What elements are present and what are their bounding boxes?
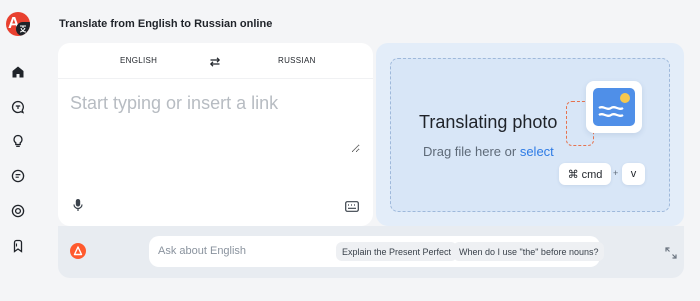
shortcut-plus: + [613,168,619,178]
text-bubble-icon[interactable] [10,168,26,184]
logo-script-badge [16,22,30,36]
translator-panel: ENGLISH RUSSIAN [58,43,373,226]
assistant-icon[interactable] [70,243,86,259]
expand-icon[interactable] [665,246,677,259]
photo-drop-zone[interactable]: Translating photo Drag file here or sele… [390,58,670,212]
drop-hint-text: Drag file here or [423,144,520,159]
bookmark-icon[interactable] [10,238,26,254]
suggestion-chip[interactable]: When do I use "the" before nouns? [453,242,605,261]
suggestion-chip[interactable]: Explain the Present Perfect [336,242,458,261]
v-key-hint: v [622,163,645,185]
drop-hint: Drag file here or select [423,144,554,159]
ask-input-box[interactable]: Ask about English Explain the Present Pe… [149,236,605,267]
page-title: Translate from English to Russian online [59,18,273,30]
target-language-button[interactable]: RUSSIAN [278,56,316,65]
source-language-button[interactable]: ENGLISH [120,56,157,65]
ask-input-placeholder[interactable]: Ask about English [158,245,246,257]
microphone-icon[interactable] [72,198,84,212]
chat-translate-icon[interactable] [10,99,26,115]
swap-languages-icon[interactable] [209,55,221,67]
source-text-input[interactable] [70,93,360,153]
cmd-key-hint: ⌘ cmd [559,163,611,185]
lightbulb-icon[interactable] [10,133,26,149]
language-bar: ENGLISH RUSSIAN [58,43,373,79]
photo-translate-panel: Translating photo Drag file here or sele… [376,43,684,226]
photo-image-icon [586,81,642,133]
target-icon[interactable] [10,203,26,219]
ask-assistant-bar: Ask about English Explain the Present Pe… [58,226,684,278]
app-logo[interactable]: A [6,12,30,36]
photo-title: Translating photo [419,112,558,132]
select-file-link[interactable]: select [520,144,554,159]
keyboard-icon[interactable] [345,199,359,212]
sidebar: A [0,0,36,301]
home-icon[interactable] [10,64,26,80]
